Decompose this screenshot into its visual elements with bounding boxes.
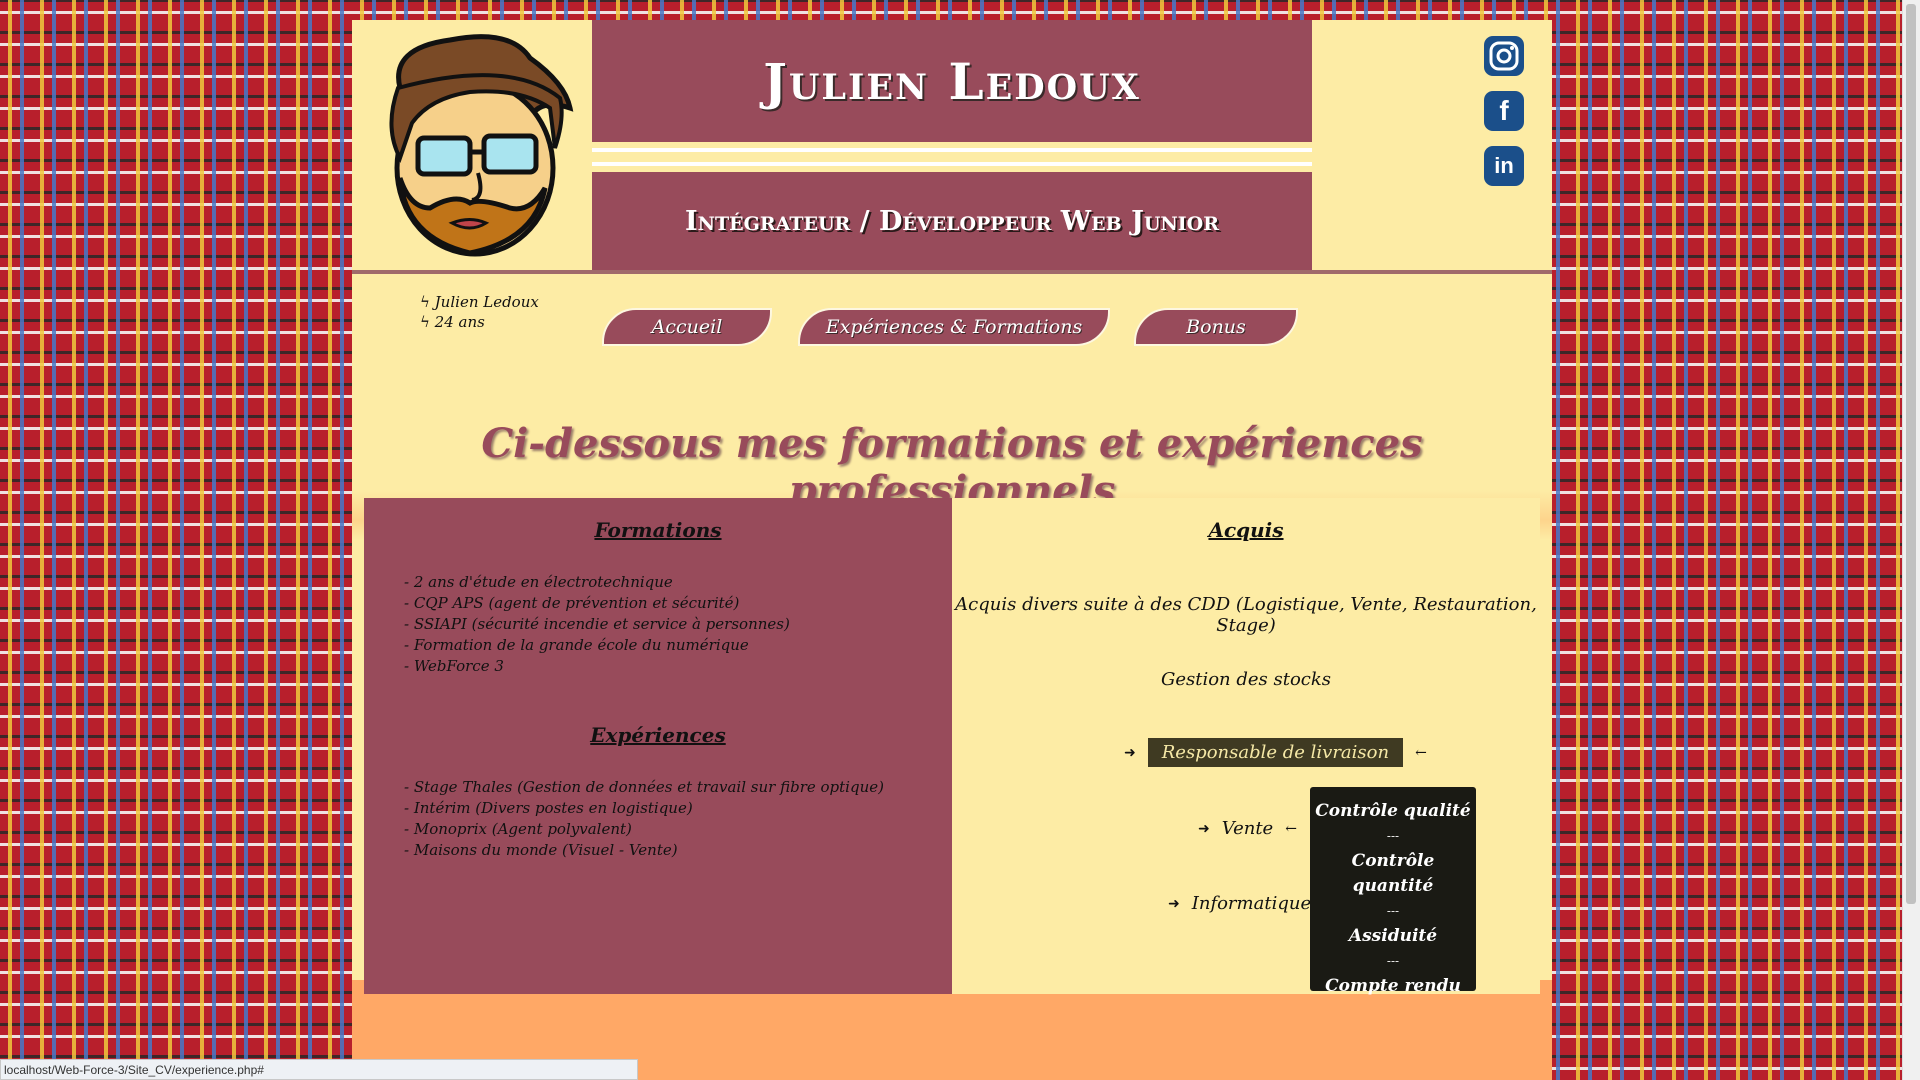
nav-home[interactable]: Accueil	[602, 308, 772, 346]
divider	[592, 148, 1312, 152]
info-age: 24 ans	[420, 312, 539, 332]
tooltip-separator: ---	[1386, 954, 1400, 968]
linkedin-icon: in	[1494, 153, 1514, 178]
status-bar: localhost/Web-Force-3/Site_CV/experience…	[0, 1059, 638, 1080]
nav-experience[interactable]: Expériences & Formations	[798, 308, 1110, 346]
scrollbar[interactable]	[1902, 0, 1920, 1080]
scrollbar-thumb[interactable]	[1906, 4, 1916, 904]
job-banner: Intégrateur / Développeur Web Junior	[592, 172, 1312, 270]
tooltip-separator: ---	[1386, 904, 1400, 918]
skill-sales[interactable]: ➜ Vente ←	[1186, 818, 1309, 839]
tooltip-item: Assiduité	[1348, 926, 1438, 946]
list-item: - Monoprix (Agent polyvalent)	[404, 820, 632, 838]
page-container: Julien Ledoux Intégrateur / Développeur …	[352, 20, 1552, 1080]
formations-heading: Formations	[594, 518, 722, 542]
name-banner: Julien Ledoux	[592, 20, 1312, 142]
skill-tooltip: Contrôle qualité --- Contrôle quantité -…	[1310, 787, 1476, 996]
arrow-left-icon: ←	[1415, 744, 1427, 761]
job-title: Intégrateur / Développeur Web Junior	[684, 205, 1220, 237]
arrow-right-icon: ➜	[1198, 820, 1210, 837]
tooltip-item: Contrôle qualité	[1315, 801, 1471, 821]
list-item: - CQP APS (agent de prévention et sécuri…	[404, 594, 740, 612]
experiences-list: - Stage Thales (Gestion de données et tr…	[404, 777, 884, 861]
experiences-heading: Expériences	[590, 723, 726, 747]
tooltip-item: Contrôle quantité	[1351, 851, 1435, 896]
header: Julien Ledoux Intégrateur / Développeur …	[352, 20, 1552, 274]
tooltip-item: Compte rendu	[1325, 976, 1461, 996]
formations-panel: Formations - 2 ans d'étude en électrotec…	[364, 498, 952, 994]
skill-stock: Gestion des stocks	[1160, 669, 1332, 690]
list-item: - Formation de la grande école du numéri…	[404, 636, 749, 654]
tooltip-separator: ---	[1386, 829, 1400, 843]
acquis-summary: Acquis divers suite à des CDD (Logistiqu…	[955, 594, 1537, 636]
linkedin-link[interactable]: in	[1484, 146, 1524, 186]
arrow-right-icon: ➜	[1168, 895, 1180, 912]
nav-bonus[interactable]: Bonus	[1134, 308, 1298, 346]
skill-it-label: Informatique	[1191, 893, 1312, 914]
info-name: Julien Ledoux	[420, 292, 539, 312]
acquis-heading: Acquis	[1208, 518, 1284, 542]
arrow-left-icon: ←	[1285, 820, 1297, 837]
skill-delivery[interactable]: ➜ Responsable de livraison ←	[1112, 738, 1439, 767]
avatar	[389, 34, 574, 257]
instagram-icon	[1489, 41, 1519, 71]
skill-delivery-label: Responsable de livraison	[1147, 738, 1404, 767]
instagram-link[interactable]	[1484, 36, 1524, 76]
facebook-icon: f	[1499, 95, 1509, 126]
list-item: - 2 ans d'étude en électrotechnique	[404, 573, 673, 591]
list-item: - SSIAPI (sécurité incendie et service à…	[404, 615, 790, 633]
list-item: - Maisons du monde (Visuel - Vente)	[404, 841, 678, 859]
list-item: - Intérim (Divers postes en logistique)	[404, 799, 693, 817]
formations-list: - 2 ans d'étude en électrotechnique - CQ…	[404, 572, 790, 677]
skill-sales-label: Vente	[1221, 818, 1274, 839]
divider	[592, 162, 1312, 166]
arrow-right-icon: ➜	[1124, 744, 1136, 761]
profile-info: Julien Ledoux 24 ans	[420, 292, 539, 332]
list-item: - WebForce 3	[404, 657, 504, 675]
facebook-link[interactable]: f	[1484, 91, 1524, 131]
page-title: Julien Ledoux	[763, 51, 1141, 111]
list-item: - Stage Thales (Gestion de données et tr…	[404, 778, 884, 796]
